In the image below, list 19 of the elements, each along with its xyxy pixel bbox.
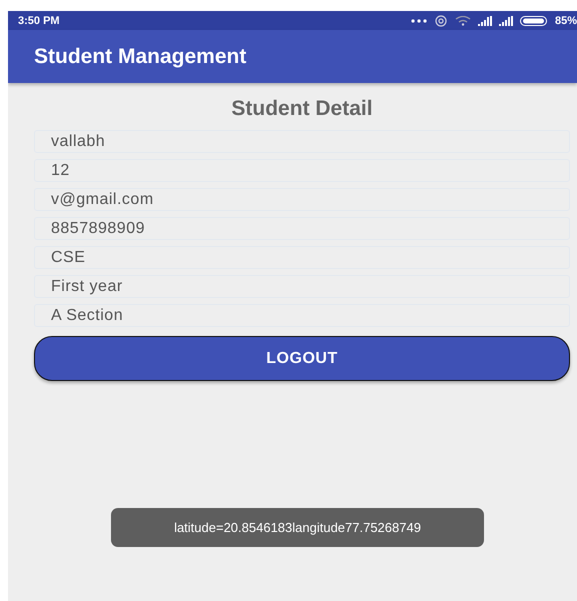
input-field[interactable]: v@gmail.com bbox=[34, 188, 570, 211]
hotspot-icon bbox=[434, 14, 448, 26]
input-field[interactable]: 8857898909 bbox=[34, 217, 570, 240]
wifi-icon bbox=[454, 16, 471, 26]
signal-icon bbox=[498, 16, 513, 26]
input-field[interactable]: CSE bbox=[34, 246, 570, 269]
more-icon bbox=[410, 18, 427, 22]
toast-message: latitude=20.8546183langitude77.75268749 bbox=[111, 508, 484, 547]
input-field[interactable]: First year bbox=[34, 275, 570, 298]
status-time: 3:50 PM bbox=[18, 14, 60, 26]
input-field[interactable]: A Section bbox=[34, 304, 570, 327]
section-heading: Student Detail bbox=[231, 97, 373, 121]
signal-icon bbox=[478, 16, 492, 26]
input-field[interactable]: vallabh bbox=[34, 130, 570, 153]
logout-button[interactable]: LOGOUT bbox=[34, 336, 570, 381]
input-field[interactable]: 12 bbox=[34, 159, 570, 182]
app-title: Student Management bbox=[34, 44, 246, 68]
battery-icon bbox=[520, 16, 548, 26]
battery-percentage: 85% bbox=[554, 14, 577, 26]
